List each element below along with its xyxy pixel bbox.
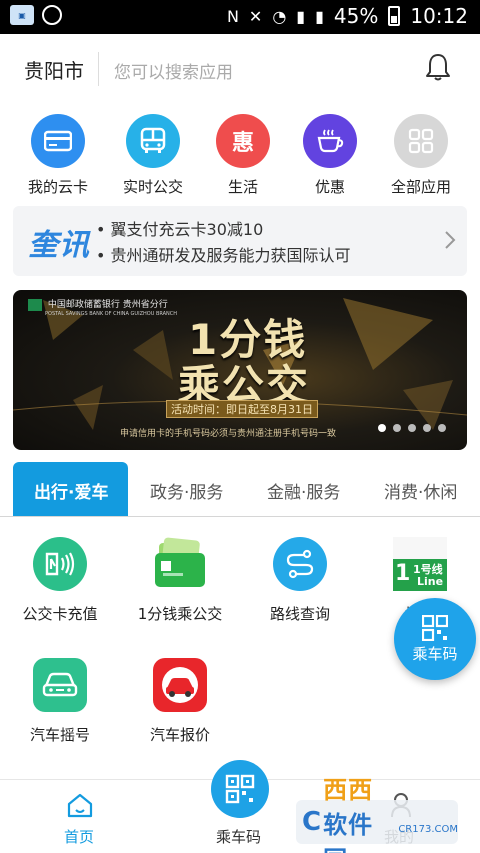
service-label: 路线查询 — [269, 605, 330, 623]
quick-label: 全部应用 — [390, 178, 451, 196]
car-lottery-icon — [33, 658, 87, 712]
metro-line1-icon: 1 1号线 Line — [393, 537, 447, 591]
ride-code-floating-button[interactable]: 乘车码 — [394, 598, 476, 680]
carousel-dot[interactable] — [423, 424, 431, 432]
tab-government[interactable]: 政务·服务 — [150, 478, 223, 503]
watermark: C 西西软件园 CR173.COM — [296, 776, 458, 853]
mute-status-icon: ✕ — [248, 6, 263, 26]
service-label: 汽车摇号 — [29, 726, 90, 744]
service-car-lottery[interactable]: 汽车摇号 — [0, 658, 120, 745]
news-item[interactable]: • 翼支付充云卡30减10 — [96, 216, 263, 240]
bell-icon[interactable] — [424, 52, 452, 82]
bank-name: 中国邮政储蓄银行 — [47, 300, 120, 310]
fab-label: 乘车码 — [412, 644, 458, 663]
bank-logo: 中国邮政储蓄银行 贵州省分行 POSTAL SAVINGS BANK OF CH… — [28, 297, 177, 317]
clock: 10:12 — [410, 4, 468, 28]
bank-name-en: POSTAL SAVINGS BANK OF CHINA GUIZHOU BRA… — [45, 310, 178, 317]
carousel-dot[interactable] — [408, 424, 416, 432]
app-notification-icon: ▣ — [10, 5, 34, 25]
carousel-dot[interactable] — [393, 424, 401, 432]
quick-label: 生活 — [227, 178, 258, 196]
car-price-icon — [153, 658, 207, 712]
qr-icon — [422, 614, 448, 641]
nfc-status-icon: N — [226, 6, 239, 26]
service-car-price[interactable]: 汽车报价 — [120, 658, 240, 745]
service-bus-card-recharge[interactable]: 公交卡充值 — [0, 537, 120, 624]
nav-home[interactable]: 首页 — [64, 826, 94, 847]
quick-label: 我的云卡 — [27, 178, 88, 196]
service-label: 1分钱乘公交 — [137, 605, 223, 623]
news-item-text: 贵州通研发及服务能力获国际认可 — [110, 246, 351, 265]
tab-divider — [0, 516, 480, 517]
carousel-dot[interactable] — [438, 424, 446, 432]
news-logo: 奎讯 — [28, 228, 90, 263]
header-divider — [98, 52, 99, 86]
tab-finance[interactable]: 金融·服务 — [267, 478, 340, 503]
quick-discount[interactable]: 优惠 — [285, 114, 375, 197]
tab-travel[interactable]: 出行·爱车 — [34, 478, 108, 503]
carousel-dots[interactable] — [378, 424, 446, 432]
grid-icon — [394, 114, 448, 168]
carousel-dot[interactable] — [378, 424, 386, 432]
watermark-sub: CR173.COM — [398, 823, 458, 835]
sync-notification-icon — [42, 5, 62, 25]
nav-ride-code[interactable]: 乘车码 — [216, 826, 261, 847]
city-selector[interactable]: 贵阳市 — [24, 55, 84, 84]
quick-life[interactable]: 惠 生活 — [198, 114, 288, 197]
news-item-text: 翼支付充云卡30减10 — [110, 220, 264, 239]
coffee-icon — [303, 114, 357, 168]
home-icon[interactable] — [66, 792, 94, 818]
watermark-text: 西西软件园 — [323, 770, 394, 853]
watermark-logo-icon: C — [302, 807, 322, 837]
banner-note: 申请信用卡的手机号码必须与贵州通注册手机号码一致 — [120, 429, 337, 439]
quick-realtime-bus[interactable]: 实时公交 — [108, 114, 198, 197]
quick-label: 优惠 — [314, 178, 345, 196]
signal2-status-icon: ▮ — [315, 6, 324, 26]
nfc-icon — [33, 537, 87, 591]
bank-branch: 贵州省分行 — [122, 300, 168, 310]
metro-line-sub: Line — [417, 575, 444, 588]
watermark-text-1: 西西 — [323, 775, 374, 804]
news-item[interactable]: • 贵州通研发及服务能力获国际认可 — [96, 242, 351, 266]
battery-percent: 45% — [333, 4, 379, 28]
card-icon — [31, 114, 85, 168]
battery-icon — [388, 6, 401, 26]
wallet-card-icon — [153, 537, 207, 591]
quick-my-card[interactable]: 我的云卡 — [13, 114, 103, 197]
status-notifications: ▣ — [10, 5, 62, 25]
chevron-right-icon[interactable] — [444, 230, 456, 250]
hui-icon: 惠 — [216, 114, 270, 168]
search-input[interactable]: 您可以搜索应用 — [114, 58, 233, 83]
service-label: 汽车报价 — [149, 726, 210, 744]
bus-icon — [126, 114, 180, 168]
tab-consumption[interactable]: 消费·休闲 — [384, 478, 457, 503]
service-1cent-bus[interactable]: 1分钱乘公交 — [120, 537, 240, 624]
nav-ride-code-button[interactable] — [211, 760, 269, 818]
quick-label: 实时公交 — [122, 178, 183, 196]
qr-icon — [225, 774, 255, 804]
service-label: 公交卡充值 — [22, 605, 98, 623]
watermark-text-2: 软件园 — [323, 810, 374, 853]
signal-status-icon: ▮ — [296, 6, 306, 26]
wifi-status-icon: ◔ — [272, 6, 287, 26]
banner-time: 活动时间：即日起至8月31日 — [166, 400, 318, 418]
status-bar: ▣ N ✕ ◔ ▮ ▮ 45% 10:12 — [0, 0, 480, 34]
bank-badge-icon — [28, 298, 42, 311]
status-right: N ✕ ◔ ▮ ▮ 45% 10:12 — [227, 4, 468, 28]
service-route-search[interactable]: 路线查询 — [240, 537, 360, 624]
metro-line-number: 1 — [395, 561, 411, 586]
route-icon — [273, 537, 327, 591]
quick-all-apps[interactable]: 全部应用 — [376, 114, 466, 197]
